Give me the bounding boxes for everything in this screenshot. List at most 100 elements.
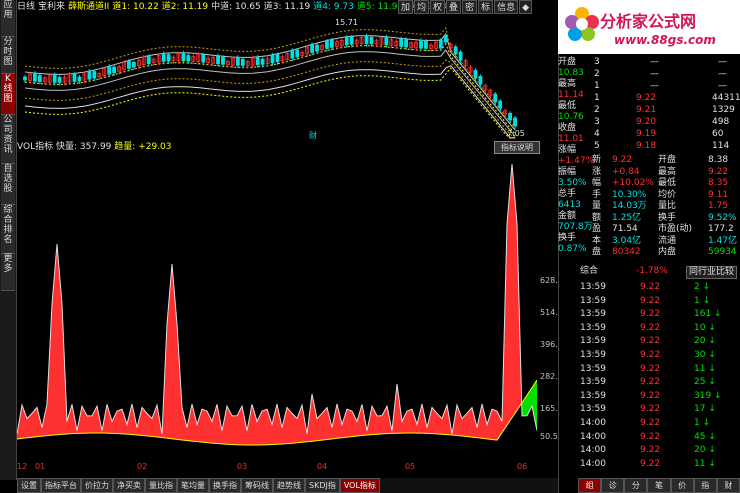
- vol-fill: [312, 394, 317, 442]
- x-tick-label: 12: [17, 462, 28, 471]
- tab-timeshare[interactable]: 分时图: [1, 37, 15, 74]
- stat-value: 9.52%: [708, 212, 737, 223]
- trade-price: 9.22: [640, 282, 661, 292]
- quote-value: 11.01: [558, 134, 584, 144]
- candle-body: [384, 36, 389, 46]
- indicator-tab[interactable]: 价拉力: [81, 478, 113, 493]
- tab-ranking[interactable]: 综合排名: [1, 205, 15, 254]
- candle-body: [275, 54, 280, 63]
- right-tab[interactable]: 组: [578, 478, 602, 493]
- toolbar-button[interactable]: 权: [430, 0, 446, 14]
- sell-level-index: 3: [594, 57, 600, 67]
- right-tab[interactable]: 分: [624, 478, 648, 493]
- trade-time: 14:00: [580, 431, 606, 442]
- right-tab[interactable]: 指: [693, 478, 717, 493]
- trade-time: 14:00: [580, 445, 606, 456]
- candle-body: [92, 71, 97, 79]
- topbar-item: 道5: 11.93: [356, 2, 404, 12]
- stat-value: 80342: [612, 247, 641, 257]
- stat-label: 盈: [592, 224, 602, 234]
- vol-fill: [22, 405, 27, 439]
- kline-chart[interactable]: 15.71 7.05 财: [17, 14, 557, 140]
- topbar-item: 道2: 11.19: [161, 2, 209, 12]
- right-tab[interactable]: 财: [716, 478, 740, 493]
- toolbar-button[interactable]: 加: [398, 0, 414, 14]
- sector-change: -1.78%: [636, 266, 668, 276]
- stat-label: 涨: [592, 166, 602, 177]
- vol-fill: [402, 411, 407, 434]
- stat-value: 14.03万: [612, 201, 647, 211]
- toolbar-button[interactable]: ◆: [519, 0, 533, 14]
- vol-fill: [457, 405, 462, 436]
- trade-price: 9.22: [640, 295, 661, 306]
- tab-kline[interactable]: K线图: [1, 74, 15, 115]
- candle-body: [438, 39, 443, 49]
- candle-body: [216, 55, 220, 65]
- tab-watchlist[interactable]: 自选股: [1, 164, 15, 205]
- toolbar-button[interactable]: 标: [478, 0, 494, 14]
- trade-time: 14:00: [580, 418, 606, 428]
- indicator-tab[interactable]: 换手指: [209, 478, 241, 493]
- candle-body: [513, 117, 517, 127]
- indicator-tab[interactable]: SKDJ指: [305, 478, 340, 493]
- vol-fill: [112, 411, 117, 434]
- candle-body: [364, 35, 369, 45]
- toolbar-button[interactable]: 信息: [494, 0, 519, 14]
- trade-volume: 30 ↓: [694, 350, 716, 360]
- tab-company-info[interactable]: 公司资讯: [1, 115, 15, 164]
- trade-volume: 11 ↓: [694, 458, 716, 469]
- stat-label: 均价: [658, 189, 677, 200]
- trade-time: 13:59: [580, 336, 606, 347]
- buy-price: 9.21: [636, 105, 657, 115]
- buy-price: 9.22: [636, 93, 657, 103]
- tab-more[interactable]: 更多: [1, 254, 15, 291]
- x-tick-label: 05: [405, 462, 416, 471]
- trade-volume: 45 ↓: [694, 431, 716, 442]
- trade-price: 9.22: [640, 377, 661, 388]
- right-tab[interactable]: 价: [670, 478, 694, 493]
- indicator-tab[interactable]: 量比指: [145, 478, 177, 493]
- indicator-tab[interactable]: 净买卖: [113, 478, 145, 493]
- buy-volume: 60: [712, 129, 724, 139]
- toolbar-button[interactable]: 密: [462, 0, 478, 14]
- high-price-label: 15.71: [335, 18, 358, 27]
- industry-compare-button[interactable]: 同行业比较: [686, 266, 738, 279]
- candle-body: [458, 51, 463, 61]
- channel-line: [24, 49, 516, 137]
- tab-app[interactable]: 应用: [1, 0, 15, 37]
- stat-value: +0.84: [612, 166, 640, 177]
- indicator-tab[interactable]: 笔均量: [177, 478, 209, 493]
- indicator-help-button[interactable]: 指标说明: [494, 141, 540, 154]
- indicator-tab[interactable]: 指标平台: [41, 478, 81, 493]
- stat-value: 177.2: [708, 224, 734, 234]
- indicator-tab[interactable]: 设置: [17, 478, 41, 493]
- trade-price: 9.22: [640, 404, 661, 415]
- sell-price: —: [650, 57, 659, 67]
- candle-body: [181, 52, 186, 62]
- vol-fill: [347, 409, 352, 438]
- trade-time: 13:59: [580, 322, 606, 333]
- stat-label: 量: [592, 201, 602, 211]
- right-tab[interactable]: 诊: [601, 478, 625, 493]
- toolbar-button[interactable]: 叠: [446, 0, 462, 14]
- vol-chart[interactable]: [17, 154, 537, 460]
- low-price-label: 7.05: [507, 129, 525, 138]
- stat-value: 10.30%: [612, 189, 647, 200]
- trade-time: 13:59: [580, 390, 606, 401]
- trade-time: 13:59: [580, 295, 606, 306]
- finance-marker[interactable]: 财: [309, 130, 317, 140]
- indicator-tab[interactable]: 筹码线: [241, 478, 273, 493]
- vol-fill: [197, 409, 202, 443]
- vol-fill: [462, 413, 467, 437]
- vol-fill: [202, 409, 207, 443]
- vol-fill: [87, 415, 92, 434]
- right-tab[interactable]: 笔: [647, 478, 671, 493]
- trade-time: 14:00: [580, 458, 606, 469]
- indicator-tab[interactable]: VOL指标: [339, 478, 380, 493]
- candle-body: [295, 49, 300, 58]
- buy-level-index: 1: [594, 93, 600, 103]
- stat-label: 幅: [592, 178, 602, 188]
- indicator-tab[interactable]: 趋势线: [273, 478, 305, 493]
- toolbar-button[interactable]: 均: [414, 0, 430, 14]
- candle-body: [37, 75, 42, 82]
